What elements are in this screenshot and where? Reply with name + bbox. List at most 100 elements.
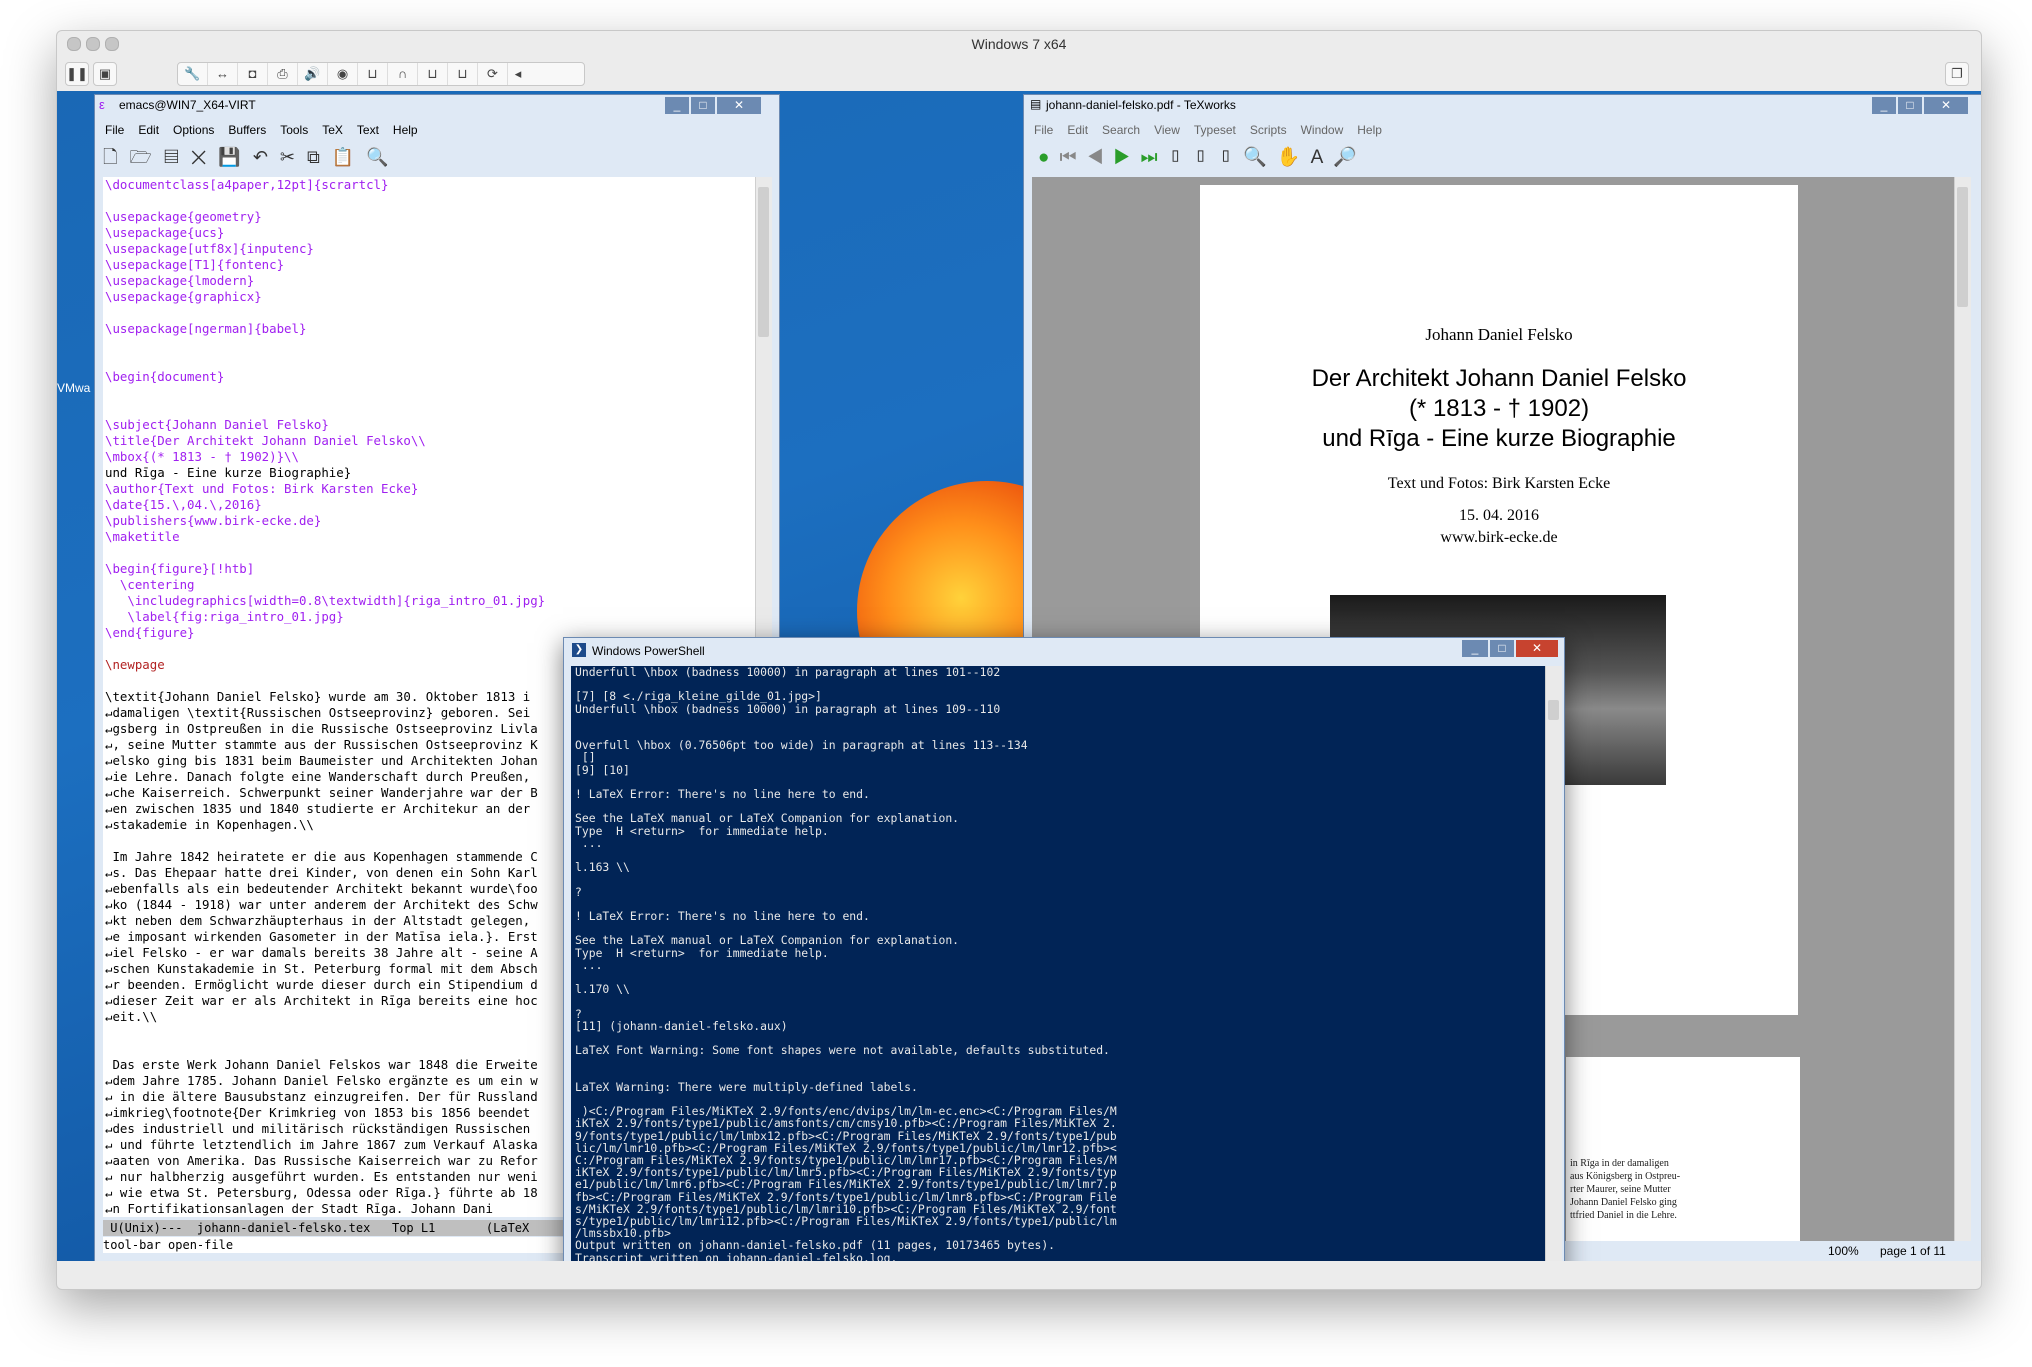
menu-window[interactable]: Window [1301,123,1344,137]
new-file-icon[interactable]: 🗋 [103,147,129,167]
console-line: 9/fonts/type1/public/lm/lmbx12.pfb><C:/P… [575,1128,1117,1143]
menu-buffers[interactable]: Buffers [228,123,266,137]
select-text-icon[interactable]: A [1311,147,1334,168]
menu-tools[interactable]: Tools [280,123,308,137]
pause-icon[interactable]: ❚❚ [65,62,89,86]
console-line: See the LaTeX manual or LaTeX Companion … [575,933,960,948]
emacs-code-line: ↵s. Das Ehepaar hatte drei Kinder, von d… [105,865,538,880]
fit-width-icon[interactable]: ▯ [1193,147,1218,168]
speaker-icon[interactable]: 🔊 [298,63,328,85]
console-line: Underfull \hbox (badness 10000) in parag… [575,701,1001,716]
pdf-page2-line: Johann Daniel Felsko ging [1570,1197,1677,1208]
save-buffer-icon[interactable]: ▤ [164,147,191,167]
console-line: Underfull \hbox (badness 10000) in parag… [575,666,1001,679]
camera-icon[interactable]: ◉ [328,63,358,85]
console-line: fb><C:/Program Files/MiKTeX 2.9/fonts/ty… [575,1189,1117,1204]
undo-icon[interactable]: ↶ [253,147,280,167]
maximize-icon[interactable]: □ [691,97,715,114]
magnify-icon[interactable]: 🔍 [1243,147,1277,168]
vm-title: Windows 7 x64 [971,36,1067,52]
emacs-code-line: \newpage [105,657,165,672]
emacs-code-line: ↵n Fortifikationsanlagen der Stadt Rīga.… [105,1201,493,1216]
vm-device-bar: 🔧 ↔ ◘ ⎙ 🔊 ◉ ⊔ ∩ ⊔ ⊔ ⟳ ◂ [177,62,585,86]
paste-icon[interactable]: 📋 [332,147,366,167]
prev-page-icon[interactable]: ◀ [1087,147,1114,168]
console-line: [9] [10] [575,762,630,777]
chevron-left-icon[interactable]: ◂ [508,63,528,85]
actual-size-icon[interactable]: ▯ [1168,147,1193,168]
disk-icon[interactable]: ◘ [238,63,268,85]
pdf-scrollbar[interactable] [1954,177,1971,1241]
console-line: Output written on johann-daniel-felsko.p… [575,1238,1056,1253]
vm-window: Windows 7 x64 ❚❚ ▣ 🔧 ↔ ◘ ⎙ 🔊 ◉ ⊔ ∩ ⊔ ⊔ ⟳ ◂ ❐ VMwa ε… [56,30,1982,1290]
emacs-code-line: ↵e imposant wirkenden Gasometer in der M… [105,929,538,944]
snapshot-icon[interactable]: ▣ [93,62,117,86]
menu-search[interactable]: Search [1102,123,1140,137]
minimize-icon[interactable]: _ [1462,640,1488,657]
close-icon[interactable]: ✕ [1924,97,1968,114]
menu-text[interactable]: Text [357,123,379,137]
maximize-icon[interactable]: □ [1490,640,1514,657]
emacs-code-line: Das erste Werk Johann Daniel Felskos war… [105,1057,538,1072]
menu-typeset[interactable]: Typeset [1194,123,1236,137]
menu-edit[interactable]: Edit [1067,123,1088,137]
emacs-code-line: ↵iel Felsko - er war damals bereits 38 J… [105,945,538,960]
close-icon[interactable]: ✕ [717,97,761,114]
console-line: Type H <return> for immediate help. [575,823,829,838]
powershell-scrollbar[interactable] [1545,666,1562,1261]
menu-file[interactable]: File [1034,123,1053,137]
minimize-icon[interactable]: _ [1872,97,1896,114]
console-line: ? [575,884,582,899]
menu-scripts[interactable]: Scripts [1250,123,1287,137]
search-icon[interactable]: 🔍 [366,147,400,167]
close-buffer-icon[interactable]: ✕ [191,147,219,167]
pdf-page2-line: ttfried Daniel in die Lehre. [1570,1210,1677,1221]
copy-icon[interactable]: ⧉ [307,147,332,167]
pdf-publisher: www.birk-ecke.de [1440,529,1558,546]
find-icon[interactable]: 🔎 [1333,147,1367,168]
save-icon[interactable]: 💾 [218,147,252,167]
fit-window-icon[interactable]: ▯ [1218,147,1243,168]
minimize-icon[interactable]: _ [665,97,689,114]
pdf-page2-line: rter Maurer, seine Mutter [1570,1184,1671,1195]
last-page-icon[interactable]: ⏭ [1141,147,1168,168]
next-page-icon[interactable]: ▶ [1114,147,1141,168]
emacs-code-line: ↵ wie etwa St. Petersburg, Odessa oder R… [105,1185,538,1200]
console-line: iKTeX 2.9/fonts/type1/public/amsfonts/cm… [575,1116,1117,1131]
usb-icon[interactable]: ⊔ [358,63,388,85]
restore-icon[interactable]: ❐ [1945,62,1969,86]
menu-edit[interactable]: Edit [138,123,159,137]
open-folder-icon[interactable]: 🗁 [129,147,163,167]
emacs-code-line: \usepackage{graphicx} [105,289,262,304]
hand-tool-icon[interactable]: ✋ [1277,147,1311,168]
emacs-code-line: ↵kt neben dem Schwarzhäupterhaus in der … [105,913,531,928]
menu-options[interactable]: Options [173,123,214,137]
console-line: [7] [8 <./riga_kleine_gilde_01.jpg>] [575,689,822,704]
menu-help[interactable]: Help [393,123,418,137]
typeset-play-icon[interactable]: ● [1038,147,1059,168]
maximize-icon[interactable]: □ [1898,97,1922,114]
powershell-console[interactable]: Underfull \hbox (badness 10000) in parag… [571,666,1549,1261]
menu-tex[interactable]: TeX [322,123,343,137]
emacs-code-line: ↵damaligen \textit{Russischen Ostseeprov… [105,705,531,720]
usb-icon[interactable]: ⊔ [418,63,448,85]
menu-help[interactable]: Help [1357,123,1382,137]
cut-icon[interactable]: ✂ [280,147,307,167]
menu-file[interactable]: File [105,123,124,137]
sync-icon[interactable]: ⟳ [478,63,508,85]
usb-icon[interactable]: ⊔ [448,63,478,85]
headset-icon[interactable]: ∩ [388,63,418,85]
texworks-toolbar: ●⏮◀▶⏭▯▯▯🔍✋A🔎 [1038,145,1367,169]
pdf-page2-line: aus Königsberg in Ostpreu- [1570,1171,1681,1182]
emacs-menubar: File Edit Options Buffers Tools TeX Text Help [105,123,432,137]
emacs-code-line: ↵che Kaiserreich. Schwerpunkt seiner Wan… [105,785,538,800]
close-icon[interactable]: ✕ [1516,640,1558,657]
arrows-icon[interactable]: ↔ [208,63,238,85]
emacs-code-line: \begin{document} [105,369,225,384]
first-page-icon[interactable]: ⏮ [1059,147,1086,168]
printer-icon[interactable]: ⎙ [268,63,298,85]
emacs-code-line: \centering [105,577,195,592]
wrench-icon[interactable]: 🔧 [178,63,208,85]
emacs-code-line: ↵imkrieg\footnote{Der Krimkrieg von 1853… [105,1105,531,1120]
menu-view[interactable]: View [1154,123,1180,137]
